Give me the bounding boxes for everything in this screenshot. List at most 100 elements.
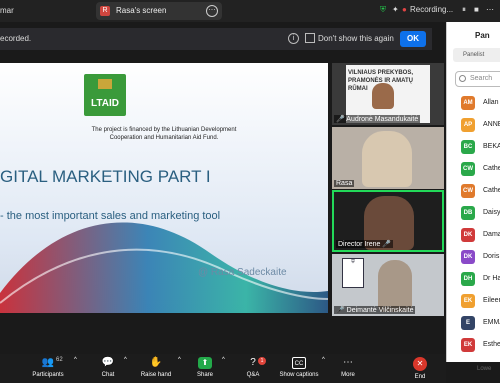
raise-hand-label: Raise hand bbox=[140, 372, 172, 378]
banner-message: ecorded. bbox=[0, 34, 32, 43]
list-item[interactable]: DB Daisy bbox=[461, 205, 500, 221]
captions-label: Show captions bbox=[279, 372, 319, 378]
participant-name-tag: 🎤 Audronė Masandukaitė bbox=[334, 115, 421, 123]
share-button[interactable]: ⬆ Share bbox=[192, 357, 218, 383]
search-icon bbox=[459, 75, 466, 82]
participants-caret-icon[interactable]: ^ bbox=[74, 357, 77, 383]
recording-dot-icon: ● bbox=[402, 5, 407, 14]
top-right-controls: ⛨ ✦ ● Recording... ⏸ ■ ⋯ bbox=[376, 0, 500, 22]
share-caret-icon[interactable]: ^ bbox=[222, 357, 225, 383]
avatar: EK bbox=[461, 294, 475, 308]
participant-name: EMMA bbox=[483, 319, 500, 326]
top-left-text: mar bbox=[0, 6, 14, 15]
avatar: AP bbox=[461, 118, 475, 132]
participant-name: Eileen bbox=[483, 297, 500, 304]
participant-name-tag: 🎤 Deimantė Vilčinskaitė bbox=[334, 306, 416, 314]
share-tab-label: Rasa's screen bbox=[116, 6, 167, 15]
list-item[interactable]: EK Eileen bbox=[461, 293, 500, 309]
avatar: CW bbox=[461, 184, 475, 198]
share-label: Share bbox=[196, 372, 213, 378]
participant-name: Esther bbox=[483, 341, 500, 348]
list-item[interactable]: CW Cathe bbox=[461, 183, 500, 199]
video-tile[interactable]: Rasa bbox=[332, 127, 444, 189]
list-item[interactable]: DH Dr Ha bbox=[461, 271, 500, 287]
participant-name-tag: Rasa bbox=[334, 180, 355, 187]
top-bar: mar R Rasa's screen ⋯ ⛨ ✦ ● Recording...… bbox=[0, 0, 500, 22]
muted-mic-icon: 🎤 bbox=[336, 307, 345, 314]
slide-author: @ Rasa Sadeckaite bbox=[198, 267, 287, 278]
ok-button[interactable]: OK bbox=[400, 31, 426, 47]
raise-hand-icon: ✋ bbox=[149, 357, 163, 368]
stop-recording-icon[interactable]: ■ bbox=[474, 5, 479, 14]
video-tile[interactable]: ⛨ 🎤 Deimantė Vilčinskaitė bbox=[332, 254, 444, 316]
list-item[interactable]: CW Cather bbox=[461, 161, 500, 177]
raise-hand-button[interactable]: ✋ Raise hand bbox=[138, 357, 174, 383]
chat-label: Chat bbox=[101, 372, 115, 378]
participants-button[interactable]: 👥 62 Participants bbox=[28, 357, 68, 383]
slide-subtitle: - the most important sales and marketing… bbox=[0, 210, 221, 222]
raise-hand-caret-icon[interactable]: ^ bbox=[178, 357, 181, 383]
shield-logo-icon: ⛨ bbox=[342, 258, 364, 288]
list-item[interactable]: E EMMA bbox=[461, 315, 500, 331]
muted-mic-icon: 🎤 bbox=[382, 241, 392, 248]
search-placeholder: Search bbox=[470, 75, 493, 82]
shield-icon[interactable]: ⛨ bbox=[380, 5, 386, 15]
avatar: AM bbox=[461, 96, 475, 110]
participant-figure bbox=[362, 131, 412, 187]
end-button[interactable]: ✕ End bbox=[408, 357, 432, 383]
more-icon[interactable]: ⋯ bbox=[486, 5, 494, 14]
list-item[interactable]: DK Dama bbox=[461, 227, 500, 243]
sparkle-icon[interactable]: ✦ bbox=[392, 5, 399, 14]
screen-share-tab[interactable]: R Rasa's screen ⋯ bbox=[96, 2, 222, 20]
participant-name: Daisy bbox=[483, 209, 500, 216]
captions-caret-icon[interactable]: ^ bbox=[322, 357, 325, 383]
participant-figure bbox=[372, 83, 394, 109]
participant-name: Doris bbox=[483, 253, 500, 260]
chat-icon: 💬 bbox=[101, 357, 115, 368]
list-item[interactable]: BC BEKAF bbox=[461, 139, 500, 155]
pause-recording-icon[interactable]: ⏸ bbox=[462, 5, 466, 15]
financing-line-2: Cooperation and Humanitarian Aid Fund. bbox=[109, 135, 219, 141]
shared-slide: LTAID The project is financed by the Lit… bbox=[0, 63, 328, 313]
chat-button[interactable]: 💬 Chat bbox=[94, 357, 122, 383]
list-item[interactable]: EK Esther bbox=[461, 337, 500, 353]
dont-show-label: Don't show this again bbox=[318, 34, 394, 43]
participant-name: Rasa bbox=[336, 180, 353, 187]
lower-hands-button[interactable]: Lowe bbox=[477, 366, 491, 372]
meeting-toolbar: 👥 62 Participants ^ 💬 Chat ^ ✋ Raise han… bbox=[0, 354, 446, 383]
list-item[interactable]: AM Allan M bbox=[461, 95, 500, 111]
participant-name: Cather bbox=[483, 165, 500, 172]
participants-label: Participants bbox=[32, 372, 64, 378]
chat-caret-icon[interactable]: ^ bbox=[124, 357, 127, 383]
share-tab-avatar: R bbox=[100, 6, 110, 16]
participants-icon: 👥 bbox=[41, 357, 55, 368]
participant-name: ANNE bbox=[483, 121, 500, 128]
participant-figure bbox=[378, 260, 412, 312]
avatar: E bbox=[461, 316, 475, 330]
video-tile-active-speaker[interactable]: Director Irene 🎤 bbox=[332, 190, 444, 252]
participant-name: Dr Ha bbox=[483, 275, 500, 282]
dont-show-checkbox[interactable] bbox=[305, 33, 315, 43]
share-icon: ⬆ bbox=[198, 357, 212, 369]
more-options-icon[interactable]: ⋯ bbox=[206, 5, 218, 17]
participants-count: 62 bbox=[56, 357, 63, 363]
info-icon[interactable]: i bbox=[288, 33, 299, 44]
captions-button[interactable]: CC Show captions bbox=[274, 357, 324, 383]
muted-mic-icon: 🎤 bbox=[336, 116, 345, 123]
list-item[interactable]: AP ANNE bbox=[461, 117, 500, 133]
search-input[interactable]: Search bbox=[455, 71, 500, 87]
more-label: More bbox=[341, 372, 355, 378]
recording-notice-banner: ecorded. i Don't show this again OK bbox=[0, 28, 432, 50]
financing-line-1: The project is financed by the Lithuania… bbox=[91, 127, 237, 133]
more-button[interactable]: ⋯ More bbox=[336, 357, 360, 383]
qa-label: Q&A bbox=[246, 372, 260, 378]
participant-name: Director Irene bbox=[338, 241, 381, 248]
list-item[interactable]: DK Doris bbox=[461, 249, 500, 265]
participant-name: Audronė Masandukaitė bbox=[346, 116, 419, 123]
crest-icon bbox=[98, 79, 112, 89]
avatar: DH bbox=[461, 272, 475, 286]
participant-name: Cathe bbox=[483, 187, 500, 194]
avatar: BC bbox=[461, 140, 475, 154]
tab-panelists[interactable]: Panelist bbox=[453, 48, 500, 62]
video-tile[interactable]: VILNIAUS PREKYBOS, PRAMONĖS IR AMATŲ RŪM… bbox=[332, 63, 444, 125]
